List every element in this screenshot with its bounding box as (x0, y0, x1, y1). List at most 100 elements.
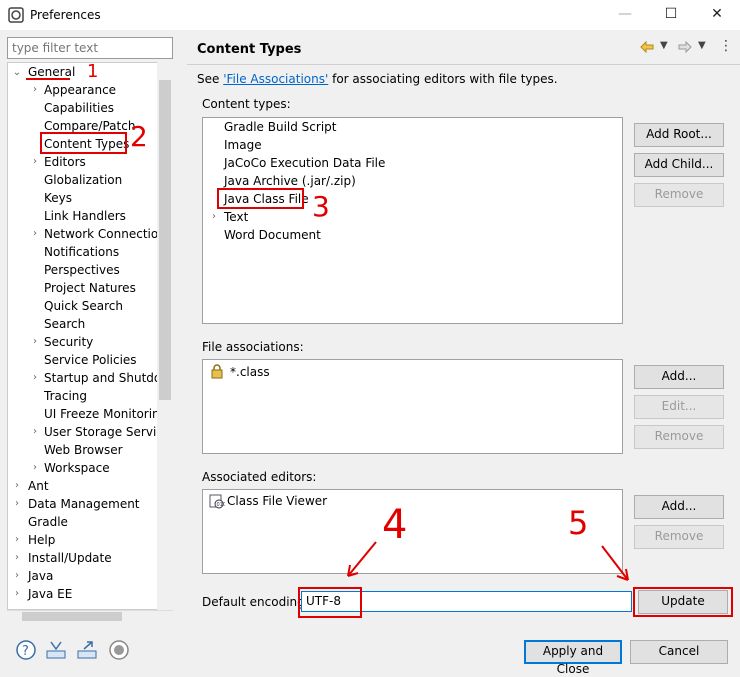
content-type-item[interactable]: Gradle Build Script (224, 118, 336, 136)
annotation-box-content-types (40, 132, 127, 154)
chevron-right-icon[interactable]: › (12, 552, 22, 563)
tree-item[interactable]: Gradle (28, 513, 68, 531)
annotation-5: 5 (568, 504, 589, 542)
close-button[interactable]: ✕ (694, 0, 740, 30)
chevron-right-icon[interactable]: › (30, 156, 40, 167)
minimize-button[interactable]: — (602, 0, 648, 30)
tree-item[interactable]: Java EE (28, 585, 72, 603)
tree-item[interactable]: Security (44, 333, 93, 351)
annotation-underline-general (26, 78, 70, 80)
annotation-box-encoding (298, 587, 362, 618)
tree-item[interactable]: UI Freeze Monitoring (44, 405, 167, 423)
tree-item[interactable]: Workspace (44, 459, 110, 477)
tree-item[interactable]: Java (28, 567, 53, 585)
content-type-item[interactable]: Image (224, 136, 262, 154)
eclipse-app-icon (8, 7, 24, 23)
chevron-right-icon[interactable]: › (30, 228, 40, 239)
tree-item[interactable]: Quick Search (44, 297, 123, 315)
tree-item[interactable]: Data Management (28, 495, 140, 513)
apply-and-close-button[interactable]: Apply and Close (524, 640, 622, 676)
annotation-box-java-class-file (217, 188, 304, 209)
window-title: Preferences (30, 8, 101, 22)
tree-item[interactable]: Globalization (44, 171, 122, 189)
file-associations-link[interactable]: 'File Associations' (223, 72, 328, 86)
chevron-right-icon[interactable]: › (12, 534, 22, 545)
tree-hscroll-thumb[interactable] (22, 612, 122, 621)
chevron-right-icon[interactable]: › (12, 588, 22, 599)
cancel-button[interactable]: Cancel (630, 640, 728, 664)
associated-editor-item[interactable]: Class File Viewer (227, 492, 327, 510)
tree-item[interactable]: Appearance (44, 81, 116, 99)
content-types-list[interactable]: Gradle Build Script Image JaCoCo Execution… (202, 117, 623, 324)
view-menu-icon[interactable]: ⋮ (719, 38, 733, 54)
add-file-association-button[interactable]: Add... (634, 365, 724, 389)
page-title: Content Types (197, 42, 302, 57)
add-child-button[interactable]: Add Child... (634, 153, 724, 177)
content-type-item[interactable]: Text (224, 208, 248, 226)
export-icon[interactable] (76, 639, 98, 661)
tree-item[interactable]: Tracing (44, 387, 87, 405)
chevron-right-icon[interactable]: › (30, 372, 40, 383)
tree-item[interactable]: Web Browser (44, 441, 123, 459)
chevron-right-icon[interactable]: › (30, 84, 40, 95)
record-icon[interactable] (108, 639, 130, 661)
svg-text:010: 010 (217, 502, 226, 508)
header-separator (187, 64, 740, 65)
tree-item[interactable]: Install/Update (28, 549, 112, 567)
intro-after: for associating editors with file types. (328, 72, 558, 86)
tree-item[interactable]: Network Connection (44, 225, 166, 243)
chevron-right-icon[interactable]: › (209, 211, 219, 222)
tree-item[interactable]: Perspectives (44, 261, 120, 279)
tree-item[interactable]: Capabilities (44, 99, 114, 117)
tree-item[interactable]: Help (28, 531, 55, 549)
add-root-button[interactable]: Add Root... (634, 123, 724, 147)
chevron-right-icon[interactable]: › (30, 462, 40, 473)
chevron-down-icon[interactable]: ⌄ (12, 67, 22, 78)
tree-item[interactable]: Service Policies (44, 351, 137, 369)
default-encoding-label: Default encoding: (202, 595, 309, 609)
annotation-4: 4 (382, 502, 408, 548)
back-dropdown-icon[interactable]: ▼ (660, 40, 668, 51)
tree-item[interactable]: Editors (44, 153, 86, 171)
associated-editors-list[interactable]: 010 Class File Viewer (202, 489, 623, 574)
annotation-box-update (633, 587, 733, 617)
edit-file-association-button[interactable]: Edit... (634, 395, 724, 419)
tree-item[interactable]: Notifications (44, 243, 119, 261)
annotation-2: 2 (130, 120, 148, 153)
tree-item[interactable]: Search (44, 315, 85, 333)
forward-dropdown-icon[interactable]: ▼ (698, 40, 706, 51)
tree-item[interactable]: Link Handlers (44, 207, 126, 225)
maximize-button[interactable]: ☐ (648, 0, 694, 30)
chevron-right-icon[interactable]: › (12, 570, 22, 581)
annotation-1: 1 (87, 61, 99, 82)
remove-file-association-button[interactable]: Remove (634, 425, 724, 449)
content-type-item[interactable]: JaCoCo Execution Data File (224, 154, 385, 172)
chevron-right-icon[interactable]: › (30, 336, 40, 347)
class-file-viewer-icon: 010 (209, 494, 225, 509)
forward-arrow-icon[interactable] (678, 40, 692, 54)
help-icon[interactable]: ? (15, 639, 37, 661)
remove-editor-button[interactable]: Remove (634, 525, 724, 549)
annotation-3: 3 (312, 190, 330, 223)
content-type-item[interactable]: Word Document (224, 226, 321, 244)
tree-item[interactable]: Project Natures (44, 279, 136, 297)
associated-editors-label: Associated editors: (202, 470, 317, 484)
chevron-right-icon[interactable]: › (30, 426, 40, 437)
file-association-item[interactable]: *.class (230, 363, 270, 381)
remove-content-type-button[interactable]: Remove (634, 183, 724, 207)
import-icon[interactable] (45, 639, 67, 661)
filter-input[interactable] (7, 37, 173, 59)
tree-item[interactable]: Ant (28, 477, 49, 495)
add-editor-button[interactable]: Add... (634, 495, 724, 519)
lock-icon (211, 364, 223, 379)
tree-scroll-thumb[interactable] (159, 80, 171, 400)
intro-before: See (197, 72, 224, 86)
tree-item[interactable]: Keys (44, 189, 72, 207)
tree-item[interactable]: Startup and Shutdow (44, 369, 171, 387)
chevron-right-icon[interactable]: › (12, 498, 22, 509)
chevron-right-icon[interactable]: › (12, 480, 22, 491)
file-associations-list[interactable]: *.class (202, 359, 623, 454)
annotation-arrow-5 (601, 545, 629, 581)
back-arrow-icon[interactable] (640, 40, 654, 54)
tree-item[interactable]: User Storage Service (44, 423, 170, 441)
